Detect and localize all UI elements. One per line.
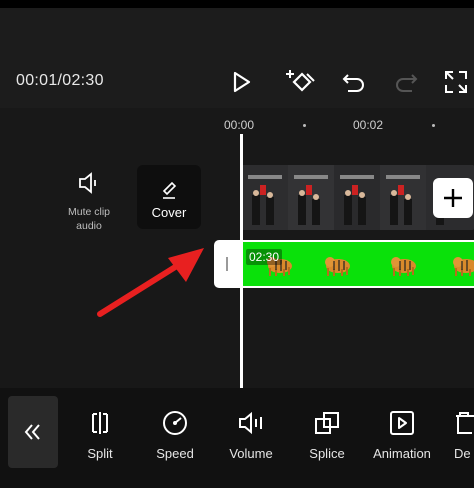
splice-label: Splice [309, 446, 345, 461]
animation-icon [390, 411, 414, 435]
play-button[interactable] [226, 66, 258, 98]
split-icon [92, 412, 108, 434]
fullscreen-icon [445, 71, 467, 93]
undo-button[interactable] [338, 66, 370, 98]
pencil-icon [162, 181, 177, 199]
ruler-label: 00:02 [353, 118, 384, 132]
add-keyframe-button[interactable] [284, 66, 316, 98]
mute-clip-audio-button[interactable]: Mute clip audio [54, 172, 124, 233]
volume-tool[interactable]: Volume [211, 406, 291, 461]
ruler-tick [432, 124, 435, 127]
volume-label: Volume [229, 446, 273, 461]
cover-button[interactable]: Cover [137, 165, 201, 229]
mute-label-line2: audio [76, 220, 102, 232]
fullscreen-button[interactable] [440, 66, 472, 98]
add-clip-button[interactable] [433, 178, 473, 218]
volume-icon [239, 411, 262, 435]
time-display: 00:01/02:30 [16, 72, 104, 89]
delete-tool[interactable]: De [438, 406, 474, 461]
play-icon [233, 71, 251, 93]
splice-icon [315, 412, 339, 434]
speed-icon [163, 411, 187, 435]
split-label: Split [87, 446, 113, 461]
delete-icon [456, 412, 474, 434]
status-strip [0, 0, 474, 8]
speaker-icon [79, 172, 96, 194]
redo-icon [396, 74, 418, 92]
animation-tool[interactable]: Animation [362, 406, 442, 461]
split-tool[interactable]: Split [60, 406, 140, 461]
speed-label: Speed [156, 446, 194, 461]
undo-icon [342, 74, 364, 92]
playhead[interactable] [240, 134, 243, 388]
handle-grip [226, 257, 228, 271]
double-chevron-left-icon [24, 424, 40, 440]
speed-tool[interactable]: Speed [135, 406, 215, 461]
mute-label-line1: Mute clip [67, 206, 110, 218]
redo-button[interactable] [390, 66, 422, 98]
cover-label: Cover [151, 205, 187, 220]
overlay-trim-handle[interactable] [214, 240, 240, 288]
add-keyframe-icon [286, 70, 315, 92]
back-button[interactable] [8, 396, 58, 468]
ruler-tick [303, 124, 306, 127]
splice-tool[interactable]: Splice [287, 406, 367, 461]
animation-label: Animation [373, 446, 431, 461]
ruler-label: 00:00 [224, 118, 255, 132]
plus-icon [444, 189, 462, 207]
clip-duration-badge: 02:30 [246, 249, 283, 265]
delete-label: De [454, 446, 471, 461]
